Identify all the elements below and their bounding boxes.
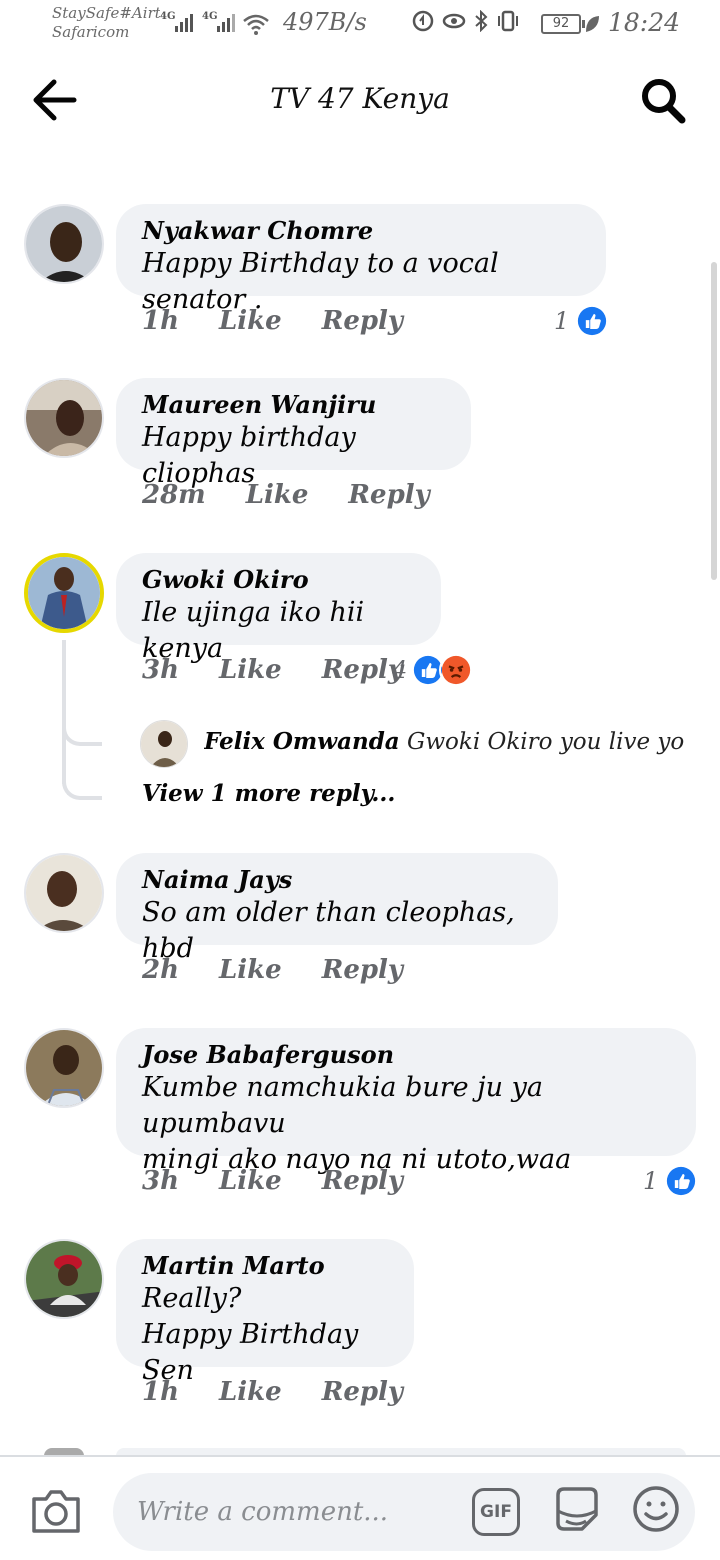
thread-line <box>62 744 66 784</box>
comment-author[interactable]: Nyakwar Chomre <box>142 216 580 246</box>
reply-avatar[interactable] <box>140 720 188 768</box>
battery-indicator: 92 <box>541 14 585 34</box>
signal-bars-2-icon <box>217 14 235 32</box>
reply-button[interactable]: Reply <box>322 306 403 336</box>
reply-button[interactable]: Reply <box>348 480 429 510</box>
reaction-count: 1 <box>643 1167 659 1195</box>
reply-button[interactable]: Reply <box>322 1377 403 1407</box>
sticker-icon[interactable] <box>552 1485 602 1535</box>
view-more-replies[interactable]: View 1 more reply... <box>142 780 395 807</box>
avatar[interactable] <box>24 1239 104 1319</box>
avatar[interactable] <box>24 553 104 633</box>
status-bar: StaySafe#Airtel Safaricom 4G 4G 497B/s 9… <box>0 0 720 50</box>
comment-author[interactable]: Martin Marto <box>142 1251 388 1281</box>
thread-connector <box>62 726 102 746</box>
camera-icon[interactable] <box>28 1487 84 1535</box>
comment-actions: 1h Like Reply <box>142 306 403 336</box>
reaction-summary[interactable]: 1 <box>554 304 610 338</box>
gif-button[interactable]: GIF <box>472 1488 520 1536</box>
reply-text: Felix Omwanda Gwoki Okiro you live your … <box>204 728 684 755</box>
carrier-line-1: StaySafe#Airtel <box>52 4 160 22</box>
data-saver-icon <box>412 10 434 32</box>
comment-bubble: Maureen Wanjiru Happy birthday cliophas <box>116 378 471 489</box>
comment-time: 3h <box>142 655 179 685</box>
like-button[interactable]: Like <box>219 655 282 685</box>
avatar[interactable] <box>24 204 104 284</box>
eye-comfort-icon <box>442 13 466 29</box>
angry-reaction-icon <box>439 653 474 687</box>
comment-time: 28m <box>142 480 206 510</box>
reaction-summary[interactable]: 4 <box>392 653 474 687</box>
like-button[interactable]: Like <box>246 480 309 510</box>
leaf-icon <box>586 16 599 32</box>
reply-button[interactable]: Reply <box>322 1166 403 1196</box>
network-type-1: 4G <box>160 11 176 22</box>
reply-button[interactable]: Reply <box>322 955 403 985</box>
like-reaction-icon <box>575 304 610 338</box>
comment-bubble: Naima Jays So am older than cleophas, hb… <box>116 853 558 964</box>
comment-actions: 3h Like Reply <box>142 655 403 685</box>
bluetooth-icon <box>475 10 488 32</box>
signal-bars-1-icon <box>175 14 193 32</box>
scrollbar[interactable] <box>711 262 717 580</box>
comment-bubble: Martin Marto Really? Happy Birthday Sen <box>116 1239 414 1386</box>
avatar[interactable] <box>24 853 104 933</box>
comment-time: 1h <box>142 1377 179 1407</box>
reply-button[interactable]: Reply <box>322 655 403 685</box>
comment-actions: 3h Like Reply <box>142 1166 403 1196</box>
page-header: TV 47 Kenya <box>0 60 720 140</box>
comment-actions: 2h Like Reply <box>142 955 403 985</box>
comment-text-line-1: Kumbe namchukia bure ju ya upumbavu <box>142 1072 543 1139</box>
network-type-2: 4G <box>202 11 218 22</box>
reaction-count: 4 <box>392 656 408 684</box>
comment-input[interactable] <box>113 1473 695 1551</box>
comment-time: 1h <box>142 306 179 336</box>
comment-bubble: Gwoki Okiro Ile ujinga iko hii kenya <box>116 553 441 664</box>
wifi-icon <box>243 14 269 35</box>
comment-actions: 1h Like Reply <box>142 1377 403 1407</box>
like-button[interactable]: Like <box>219 1166 282 1196</box>
carrier-info: StaySafe#Airtel Safaricom <box>52 4 160 42</box>
like-button[interactable]: Like <box>219 306 282 336</box>
comment-author[interactable]: Jose Babaferguson <box>142 1040 670 1070</box>
like-reaction-icon <box>664 1164 699 1198</box>
like-button[interactable]: Like <box>219 1377 282 1407</box>
search-icon[interactable] <box>638 76 688 124</box>
comment-bubble: Jose Babaferguson Kumbe namchukia bure j… <box>116 1028 696 1175</box>
emoji-icon[interactable] <box>632 1485 680 1533</box>
comment-author[interactable]: Gwoki Okiro <box>142 565 415 595</box>
avatar[interactable] <box>24 1028 104 1108</box>
system-icons <box>412 10 520 32</box>
comment-author[interactable]: Maureen Wanjiru <box>142 390 445 420</box>
comment-time: 2h <box>142 955 179 985</box>
reply-content: Gwoki Okiro you live your life... <box>407 729 684 755</box>
comment-author[interactable]: Naima Jays <box>142 865 532 895</box>
comment-time: 3h <box>142 1166 179 1196</box>
comment-composer: GIF <box>0 1455 720 1560</box>
comment-bubble: Nyakwar Chomre Happy Birthday to a vocal… <box>116 204 606 315</box>
like-button[interactable]: Like <box>219 955 282 985</box>
net-speed: 497B/s <box>283 8 367 36</box>
reaction-summary[interactable]: 1 <box>643 1164 699 1198</box>
carrier-line-2: Safaricom <box>52 23 130 41</box>
clock: 18:24 <box>608 8 681 37</box>
avatar[interactable] <box>24 378 104 458</box>
reaction-count: 1 <box>554 307 570 335</box>
thread-connector <box>62 780 102 800</box>
comment-text-line-1: Really? <box>142 1283 242 1314</box>
page-title: TV 47 Kenya <box>270 82 450 115</box>
reply-author[interactable]: Felix Omwanda <box>204 728 400 755</box>
vibrate-icon <box>498 10 518 32</box>
comment-actions: 28m Like Reply <box>142 480 430 510</box>
